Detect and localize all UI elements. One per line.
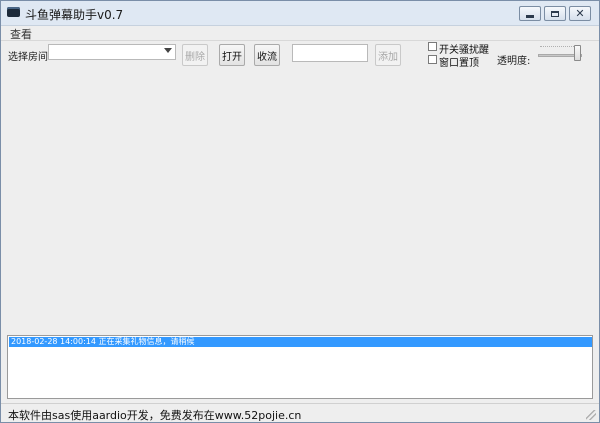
resize-grip-icon[interactable]: [586, 410, 596, 420]
add-button[interactable]: 添加: [375, 44, 401, 66]
topmost-checkbox[interactable]: [428, 55, 437, 64]
maximize-icon: [551, 10, 559, 17]
status-bar: 本软件由sas使用aardio开发，免费发布在www.52pojie.cn: [1, 403, 599, 422]
open-button[interactable]: 打开: [219, 44, 245, 66]
room-id-input[interactable]: [292, 44, 368, 62]
window-title: 斗鱼弹幕助手v0.7: [25, 8, 124, 22]
log-list[interactable]: 2018-02-28 14:00:14 正在采集礼物信息，请稍候: [7, 335, 593, 399]
app-window: 斗鱼弹幕助手v0.7 ✕ 查看 选择房间: 删除 打开 收流 添加 开关骚扰醒 …: [0, 0, 600, 423]
maximize-button[interactable]: [544, 6, 566, 21]
opacity-slider-handle[interactable]: [574, 45, 581, 61]
close-icon: ✕: [575, 7, 585, 20]
close-button[interactable]: ✕: [569, 6, 591, 21]
menu-item-view[interactable]: 查看: [10, 26, 32, 42]
title-bar[interactable]: 斗鱼弹幕助手v0.7 ✕: [1, 1, 599, 26]
collect-button[interactable]: 收流: [254, 44, 280, 66]
topmost-checkbox-label[interactable]: 窗口置顶: [439, 54, 479, 69]
log-entry[interactable]: 2018-02-28 14:00:14 正在采集礼物信息，请稍候: [9, 337, 592, 347]
opacity-label: 透明度:: [497, 56, 531, 67]
delete-button[interactable]: 删除: [182, 44, 208, 66]
menu-bar: 查看: [1, 26, 599, 41]
minimize-button[interactable]: [519, 6, 541, 21]
room-label: 选择房间:: [8, 52, 52, 63]
app-icon: [7, 7, 20, 17]
chevron-down-icon: [164, 48, 172, 53]
minimize-icon: [526, 14, 534, 18]
room-select[interactable]: [48, 44, 176, 60]
status-text: 本软件由sas使用aardio开发，免费发布在www.52pojie.cn: [8, 409, 302, 422]
reminder-checkbox[interactable]: [428, 42, 437, 51]
